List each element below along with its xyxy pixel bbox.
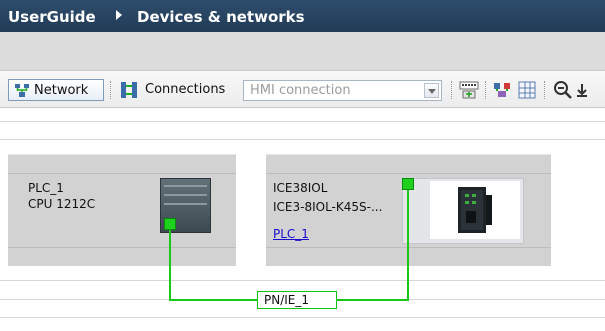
- chevron-down-icon[interactable]: [424, 83, 439, 98]
- toolbar-separator: [451, 81, 452, 99]
- module-detail: [164, 185, 207, 187]
- canvas-grid-line: [0, 317, 605, 318]
- module-detail: [164, 203, 207, 205]
- connection-type-select[interactable]: HMI connection: [243, 80, 442, 101]
- device-name: PLC_1: [28, 181, 64, 195]
- device-name: ICE38IOL: [273, 181, 328, 195]
- breadcrumb-separator-icon: [116, 10, 122, 20]
- breadcrumb-project[interactable]: UserGuide: [8, 8, 96, 26]
- breadcrumb-current: Devices & networks: [137, 8, 305, 26]
- network-mode-label: Network: [34, 83, 89, 98]
- device-header-strip: [266, 173, 551, 174]
- breadcrumb: UserGuide Devices & networks: [0, 0, 605, 32]
- device-type: ICE3-8IOL-K45S-...: [273, 200, 383, 214]
- editor-header-band: [0, 32, 605, 70]
- toolbar-separator: [485, 81, 486, 99]
- toolbar-separator: [544, 81, 545, 99]
- connections-icon: [121, 82, 137, 98]
- highlight-connections-icon[interactable]: [492, 80, 512, 100]
- grid-view-icon[interactable]: [517, 80, 537, 100]
- zoom-out-icon[interactable]: [553, 80, 573, 100]
- canvas-grid-line: [0, 121, 605, 122]
- zoom-dropdown-icon[interactable]: [575, 80, 589, 100]
- subnet-name: PN/IE_1: [264, 293, 310, 307]
- toolbar-separator: [110, 81, 111, 99]
- show-names-icon[interactable]: [459, 80, 479, 100]
- plc-profinet-port[interactable]: [164, 218, 176, 230]
- network-icon: [15, 84, 29, 97]
- ice-profinet-port[interactable]: [402, 178, 414, 190]
- device-type: CPU 1212C: [28, 197, 96, 211]
- io-module-graphic: [458, 187, 492, 233]
- network-mode-button[interactable]: Network: [8, 79, 104, 101]
- canvas-grid-line: [0, 280, 605, 281]
- connections-mode-label: Connections: [145, 82, 226, 97]
- network-view-toolbar: Network Connections HMI connection: [0, 70, 605, 108]
- device-footer-strip: [266, 247, 551, 248]
- connections-mode-button[interactable]: Connections: [116, 79, 238, 101]
- module-detail: [164, 194, 207, 196]
- assigned-controller-link[interactable]: PLC_1: [273, 227, 309, 241]
- device-header-strip: [8, 173, 236, 174]
- connection-type-value: HMI connection: [250, 83, 351, 98]
- device-footer-strip: [8, 247, 236, 248]
- subnet-label[interactable]: PN/IE_1: [257, 291, 337, 309]
- io-module-image: [430, 181, 520, 239]
- canvas-grid-line: [0, 139, 605, 140]
